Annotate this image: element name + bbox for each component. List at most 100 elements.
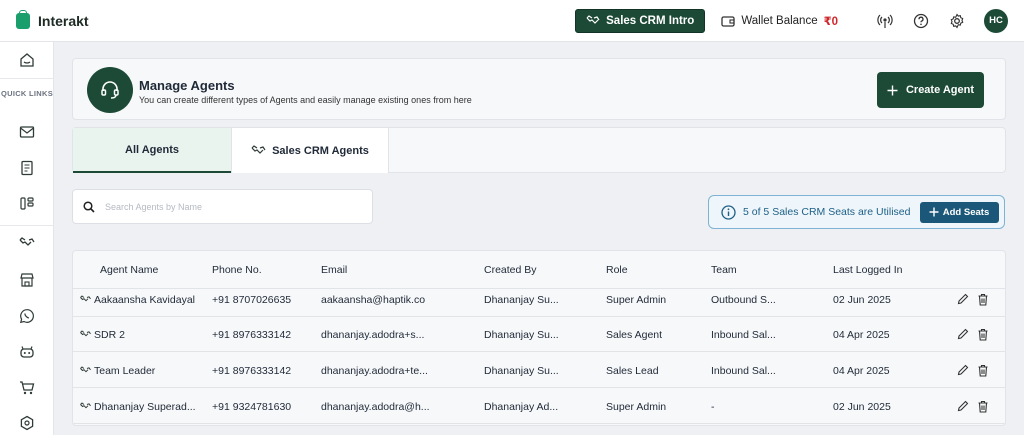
email-cell: dhananjay.adodra@h... [321,400,430,413]
sidebar-divider [0,78,54,79]
wallet-balance[interactable]: Wallet Balance ₹0 [721,14,838,28]
handshake-icon [80,295,91,304]
team-cell: Outbound S... [711,293,776,306]
tab-sales-crm-agents[interactable]: Sales CRM Agents [231,128,389,173]
settings-gear-icon[interactable] [948,12,966,30]
phone-cell: +91 8707026635 [212,293,292,306]
agents-table: Agent Name Phone No. Email Created By Ro… [72,250,1006,426]
delete-trash-icon[interactable] [976,399,990,413]
user-avatar[interactable]: HC [984,8,1008,33]
broadcast-icon[interactable] [876,12,894,30]
table-row[interactable]: Aakaansha Kavidayal +91 8707026635 aakaa… [73,282,1005,317]
add-seats-label: Add Seats [942,206,990,218]
delete-trash-icon[interactable] [976,292,990,306]
top-bar: Interakt Sales CRM Intro Wallet Balance … [0,0,1024,42]
tab-sales-crm-agents-label: Sales CRM Agents [272,144,369,157]
brand[interactable]: Interakt [0,9,89,29]
help-icon[interactable] [912,12,930,30]
sidebar-bot-icon[interactable] [0,340,54,364]
sidebar-kanban-icon[interactable] [0,192,54,216]
quick-links-label: QUICK LINKS [0,89,54,98]
top-bar-actions: Sales CRM Intro Wallet Balance ₹0 HC [575,8,1024,33]
search-box [72,189,373,224]
sales-crm-intro-label: Sales CRM Intro [606,14,695,27]
search-icon [83,200,95,213]
wallet-icon [721,15,735,27]
team-cell: - [711,400,715,413]
info-icon [721,204,736,220]
add-seats-button[interactable]: Add Seats [919,201,999,223]
edit-pencil-icon[interactable] [956,327,970,341]
table-row[interactable]: Dhananjay Superad... +91 9324781630 dhan… [73,389,1005,424]
sidebar-divider [0,225,54,226]
sidebar-integrations-icon[interactable] [0,411,54,435]
column-header: Agent Name [100,264,159,276]
sidebar-whatsapp-icon[interactable] [0,304,54,328]
column-header: Phone No. [212,264,262,276]
phone-cell: +91 9324781630 [212,400,292,413]
tab-all-agents-label: All Agents [125,143,179,156]
handshake-icon [586,14,600,24]
wallet-amount: ₹0 [823,15,838,28]
page-title: Manage Agents [139,78,235,93]
delete-trash-icon[interactable] [976,363,990,377]
create-agent-label: Create Agent [905,84,975,96]
email-cell: dhananjay.adodra+s... [321,328,425,341]
email-cell: dhananjay.adodra+te... [321,364,428,377]
create-agent-button[interactable]: Create Agent [877,72,984,108]
sidebar-cart-icon[interactable] [0,376,54,400]
column-header: Role [606,264,628,276]
role-cell: Super Admin [606,400,667,413]
plus-icon [929,207,939,217]
handshake-icon [80,330,91,339]
wallet-label: Wallet Balance [741,14,818,27]
sidebar: QUICK LINKS [0,42,54,435]
role-cell: Super Admin [606,293,667,306]
plus-icon [887,85,898,95]
created-by-cell: Dhananjay Su... [484,293,559,306]
table-row[interactable]: Team Leader +91 8976333142 dhananjay.ado… [73,353,1005,388]
edit-pencil-icon[interactable] [956,363,970,377]
phone-cell: +91 8976333142 [212,328,292,341]
created-by-cell: Dhananjay Su... [484,328,559,341]
column-header: Team [711,264,737,276]
sales-crm-intro-button[interactable]: Sales CRM Intro [575,8,706,33]
delete-trash-icon[interactable] [976,327,990,341]
column-header: Email [321,264,348,276]
created-by-cell: Dhananjay Ad... [484,400,559,413]
table-row[interactable]: SDR 2 +91 8976333142 dhananjay.adodra+s.… [73,317,1005,352]
interakt-logo-icon [16,9,30,29]
edit-pencil-icon[interactable] [956,292,970,306]
last-login-cell: 04 Apr 2025 [833,364,890,377]
headset-icon [87,67,133,113]
email-cell: aakaansha@haptik.co [321,293,426,306]
team-cell: Inbound Sal... [711,328,776,341]
handshake-icon [251,144,266,154]
agent-name-cell: Dhananjay Superad... [80,389,205,424]
column-header: Last Logged In [833,264,903,276]
sidebar-store-icon[interactable] [0,268,54,292]
role-cell: Sales Lead [606,364,659,377]
app-name: Interakt [38,12,89,29]
team-cell: Inbound Sal... [711,364,776,377]
role-cell: Sales Agent [606,328,663,341]
sidebar-inbox-icon[interactable] [0,120,54,144]
agent-name-cell: Team Leader [80,353,205,388]
agent-name-cell: Aakaansha Kavidayal [80,282,205,317]
sidebar-sales-crm-icon[interactable] [0,231,54,255]
tab-all-agents[interactable]: All Agents [73,128,231,173]
search-input[interactable] [105,201,345,212]
last-login-cell: 02 Jun 2025 [833,293,891,306]
sidebar-home-icon[interactable] [0,48,54,72]
handshake-icon [80,366,91,375]
column-header: Created By [484,264,537,276]
manage-agents-header: Manage Agents You can create different t… [72,58,1006,120]
phone-cell: +91 8976333142 [212,364,292,377]
edit-pencil-icon[interactable] [956,399,970,413]
created-by-cell: Dhananjay Su... [484,364,559,377]
last-login-cell: 02 Jun 2025 [833,400,891,413]
sidebar-notes-icon[interactable] [0,156,54,180]
seats-utilised-text: 5 of 5 Sales CRM Seats are Utilised [743,206,911,218]
page-subtitle: You can create different types of Agents… [139,95,472,105]
agent-name-cell: SDR 2 [80,317,205,352]
